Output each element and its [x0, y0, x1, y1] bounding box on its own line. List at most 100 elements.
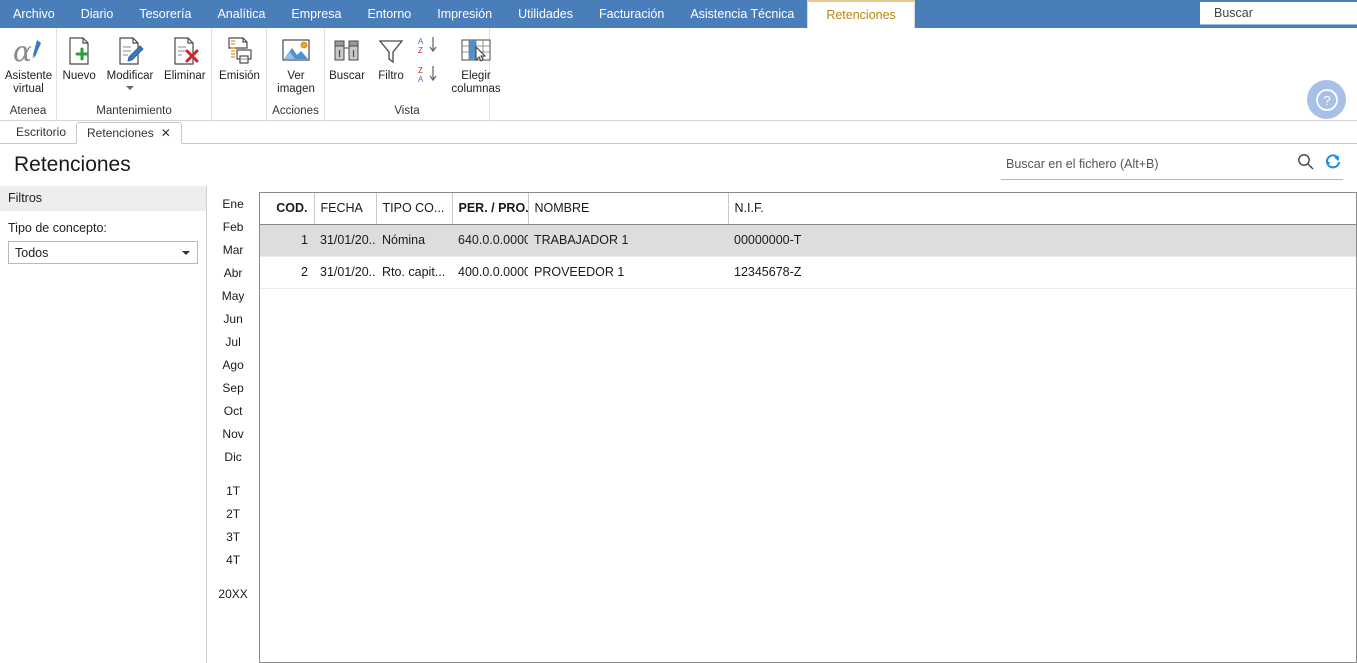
ribbon-group-emision-items: Emisión: [212, 28, 266, 103]
retenciones-table: COD. FECHA TIPO CO... PER. / PRO. NOMBRE…: [260, 193, 1356, 289]
menu-item-asistencia-tecnica[interactable]: Asistencia Técnica: [677, 0, 807, 28]
global-search-input[interactable]: Buscar: [1200, 2, 1357, 25]
menu-item-facturacion[interactable]: Facturación: [586, 0, 677, 28]
menu-item-empresa[interactable]: Empresa: [278, 0, 354, 28]
filtro-button[interactable]: Filtro: [369, 32, 413, 83]
sort-buttons-stack: A Z Z A: [413, 32, 445, 89]
ribbon-group-atenea: α Asistente virtual Atenea: [0, 28, 57, 121]
nuevo-button[interactable]: Nuevo: [57, 32, 101, 83]
period-item-ene[interactable]: Ene: [207, 192, 259, 215]
svg-text:A: A: [418, 75, 424, 84]
ribbon-group-acciones: Ver imagen Acciones: [267, 28, 325, 121]
period-item-3t[interactable]: 3T: [207, 525, 259, 548]
emision-button[interactable]: Emisión: [212, 32, 267, 83]
search-icon[interactable]: [1289, 153, 1322, 175]
tipo-concepto-select[interactable]: Todos: [8, 241, 199, 264]
menu-bar-spacer: [915, 0, 1200, 28]
table-row[interactable]: 2 31/01/20... Rto. capit... 400.0.0.0000…: [260, 256, 1356, 289]
table-row[interactable]: 1 31/01/20... Nómina 640.0.0.00001 TRABA…: [260, 224, 1356, 257]
ver-imagen-button[interactable]: Ver imagen: [267, 32, 325, 96]
tipo-concepto-label: Tipo de concepto:: [8, 221, 107, 235]
menu-item-tesoreria[interactable]: Tesorería: [126, 0, 204, 28]
column-header-nif[interactable]: N.I.F.: [728, 193, 1356, 225]
period-item-sep[interactable]: Sep: [207, 376, 259, 399]
new-document-icon: [63, 34, 95, 68]
elegir-columnas-button[interactable]: Elegir columnas: [445, 32, 507, 96]
cell-cod: 1: [260, 224, 314, 257]
close-icon[interactable]: ✕: [161, 127, 171, 139]
sort-ascending-button[interactable]: A Z: [418, 35, 440, 60]
content-body: Filtros Tipo de concepto: Todos Ene Feb …: [0, 186, 1357, 663]
chevron-down-icon[interactable]: [125, 86, 134, 90]
picture-icon: [280, 34, 312, 68]
cell-tipo-concepto: Rto. capit...: [376, 256, 452, 289]
period-item-feb[interactable]: Feb: [207, 215, 259, 238]
period-item-abr[interactable]: Abr: [207, 261, 259, 284]
column-header-tipo-concepto[interactable]: TIPO CO...: [376, 193, 453, 225]
refresh-icon[interactable]: [1322, 153, 1343, 175]
cell-nif: 12345678-Z: [728, 256, 1356, 289]
help-button[interactable]: ?: [1307, 80, 1346, 119]
ribbon-group-mantenimiento: Nuevo Modificar Eliminar Mantenimiento: [57, 28, 212, 121]
tab-escritorio[interactable]: Escritorio: [6, 121, 76, 143]
column-header-cod[interactable]: COD.: [260, 193, 315, 225]
page-title: Retenciones: [14, 153, 131, 176]
file-search-placeholder: Buscar en el fichero (Alt+B): [1006, 157, 1159, 171]
column-header-per-pro[interactable]: PER. / PRO.: [452, 193, 529, 225]
menu-item-diario[interactable]: Diario: [68, 0, 127, 28]
period-item-dic[interactable]: Dic: [207, 445, 259, 468]
menu-item-impresion[interactable]: Impresión: [424, 0, 505, 28]
column-header-fecha[interactable]: FECHA: [314, 193, 377, 225]
elegir-columnas-label: Elegir columnas: [451, 70, 501, 95]
period-selector-list: Ene Feb Mar Abr May Jun Jul Ago Sep Oct …: [207, 186, 259, 663]
tab-retenciones-label: Retenciones: [87, 125, 154, 140]
period-item-4t[interactable]: 4T: [207, 548, 259, 571]
filters-panel-body: Tipo de concepto: Todos: [0, 211, 206, 264]
chevron-down-icon: [182, 250, 191, 255]
menu-item-retenciones[interactable]: Retenciones: [807, 0, 915, 28]
menu-item-utilidades[interactable]: Utilidades: [505, 0, 586, 28]
grid-zone: COD. FECHA TIPO CO... PER. / PRO. NOMBRE…: [259, 186, 1357, 663]
asistente-virtual-button[interactable]: α Asistente virtual: [0, 32, 57, 96]
global-search-placeholder: Buscar: [1214, 6, 1253, 20]
svg-text:Z: Z: [418, 46, 423, 55]
choose-columns-icon: [459, 34, 493, 68]
filtro-label: Filtro: [378, 70, 404, 82]
alpha-assistant-icon: α: [12, 34, 46, 68]
ver-imagen-label: Ver imagen: [277, 70, 315, 95]
period-item-jun[interactable]: Jun: [207, 307, 259, 330]
table-header-row: COD. FECHA TIPO CO... PER. / PRO. NOMBRE…: [260, 193, 1356, 225]
period-item-mar[interactable]: Mar: [207, 238, 259, 261]
menu-item-archivo[interactable]: Archivo: [0, 0, 68, 28]
ribbon-group-atenea-items: α Asistente virtual: [0, 28, 56, 103]
file-search-bar[interactable]: Buscar en el fichero (Alt+B): [1001, 153, 1343, 180]
buscar-button[interactable]: Buscar: [325, 32, 369, 83]
nuevo-label: Nuevo: [62, 70, 96, 82]
period-item-oct[interactable]: Oct: [207, 399, 259, 422]
modificar-button[interactable]: Modificar: [101, 32, 158, 90]
svg-text:α: α: [13, 36, 32, 66]
period-item-nov[interactable]: Nov: [207, 422, 259, 445]
cell-nombre: PROVEEDOR 1: [528, 256, 728, 289]
tab-retenciones[interactable]: Retenciones ✕: [76, 122, 182, 144]
retenciones-grid: COD. FECHA TIPO CO... PER. / PRO. NOMBRE…: [259, 192, 1357, 663]
eliminar-button[interactable]: Eliminar: [159, 32, 211, 83]
funnel-icon: [376, 34, 406, 68]
edit-document-icon: [114, 34, 146, 68]
period-item-jul[interactable]: Jul: [207, 330, 259, 353]
svg-text:Z: Z: [418, 66, 423, 75]
sort-descending-button[interactable]: Z A: [418, 64, 440, 89]
column-header-nombre[interactable]: NOMBRE: [528, 193, 729, 225]
period-item-1t[interactable]: 1T: [207, 479, 259, 502]
delete-document-icon: [169, 34, 201, 68]
ribbon-group-mantenimiento-items: Nuevo Modificar Eliminar: [57, 28, 211, 103]
menu-item-entorno[interactable]: Entorno: [354, 0, 424, 28]
menu-item-analitica[interactable]: Analítica: [204, 0, 278, 28]
cell-fecha: 31/01/20...: [314, 256, 376, 289]
period-item-ago[interactable]: Ago: [207, 353, 259, 376]
period-item-may[interactable]: May: [207, 284, 259, 307]
cell-fecha: 31/01/20...: [314, 224, 376, 257]
main-menu-bar: Archivo Diario Tesorería Analítica Empre…: [0, 0, 1357, 28]
period-item-2t[interactable]: 2T: [207, 502, 259, 525]
period-item-year[interactable]: 20XX: [207, 582, 259, 605]
